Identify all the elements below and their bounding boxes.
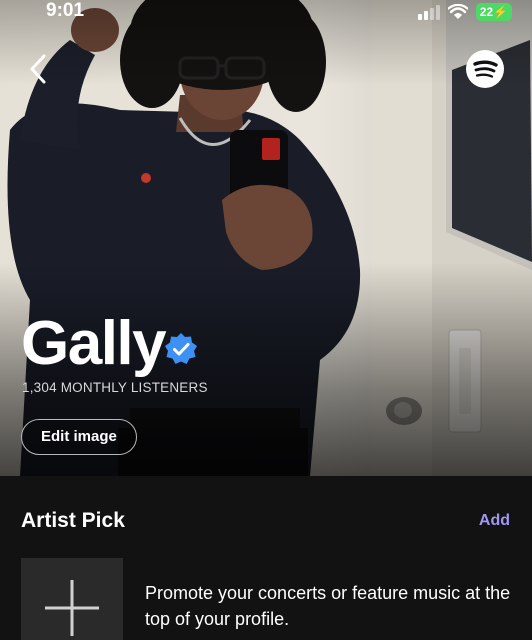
back-button[interactable] (26, 52, 52, 86)
spotify-logo-icon (473, 60, 498, 78)
artist-header-image (0, 0, 532, 476)
artist-pick-promo-text: Promote your concerts or feature music a… (145, 583, 511, 629)
wifi-icon (447, 4, 468, 19)
charging-bolt-icon: ⚡ (493, 5, 508, 19)
signal-icon (417, 5, 440, 20)
header-gradient-overlay (0, 0, 532, 476)
status-bar: 9:01 22⚡ (0, 0, 532, 26)
plus-icon (45, 580, 99, 636)
verified-check-icon (165, 333, 197, 364)
battery-indicator: 22⚡ (475, 3, 512, 21)
battery-level: 22 (479, 5, 494, 19)
edit-image-button[interactable]: Edit image (21, 419, 137, 455)
artist-pick-title: Artist Pick (21, 509, 125, 532)
status-time: 9:01 (46, 0, 85, 21)
artist-pick-add-tile[interactable] (21, 558, 123, 640)
monthly-listeners: 1,304 MONTHLY LISTENERS (22, 380, 208, 395)
add-artist-pick-button[interactable]: Add (479, 512, 510, 530)
status-icons: 22⚡ (417, 3, 512, 21)
spotify-logo-button[interactable] (466, 50, 504, 88)
artist-pick-section: Artist Pick Add Promote your concerts or… (0, 476, 532, 640)
chevron-left-icon (30, 54, 46, 84)
artist-name: Gally (21, 309, 167, 378)
